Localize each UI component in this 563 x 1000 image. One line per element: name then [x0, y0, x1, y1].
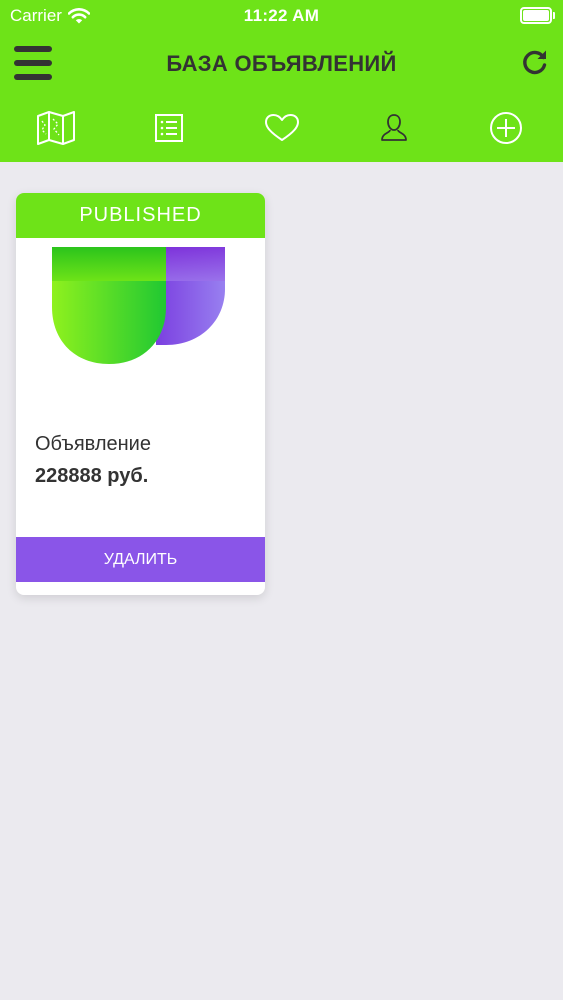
add-icon — [490, 112, 522, 144]
tab-list[interactable] — [149, 110, 189, 146]
refresh-icon — [523, 50, 547, 75]
map-icon — [37, 111, 75, 145]
battery-level — [523, 10, 549, 21]
status-badge: PUBLISHED — [16, 193, 265, 238]
tab-bar — [0, 94, 563, 162]
status-time: 11:22 AM — [243, 6, 320, 25]
listing-card[interactable]: PUBLISHED Объявление 228888 руб. УДАЛИТЬ — [16, 193, 265, 595]
listing-title: Объявление — [35, 433, 151, 455]
tab-map[interactable] — [36, 110, 76, 146]
page-title: БАЗА ОБЪЯВЛЕНИЙ — [166, 51, 397, 76]
battery-icon — [520, 7, 555, 24]
list-icon — [155, 114, 183, 142]
listing-image — [52, 247, 225, 364]
nav-bar: БАЗА ОБЪЯВЛЕНИЙ — [0, 32, 563, 94]
heart-icon — [265, 114, 299, 141]
top-bar: Carrier 11:22 AM БАЗА ОБЪЯВЛЕНИЙ — [0, 0, 563, 162]
status-bar: Carrier 11:22 AM — [0, 0, 563, 32]
tab-favorites[interactable] — [262, 110, 302, 146]
refresh-button[interactable] — [521, 48, 549, 76]
listing-price: 228888 руб. — [35, 465, 149, 487]
tab-profile[interactable] — [374, 110, 414, 146]
user-icon — [381, 114, 407, 141]
delete-button[interactable]: УДАЛИТЬ — [16, 537, 265, 582]
tab-add[interactable] — [486, 110, 526, 146]
